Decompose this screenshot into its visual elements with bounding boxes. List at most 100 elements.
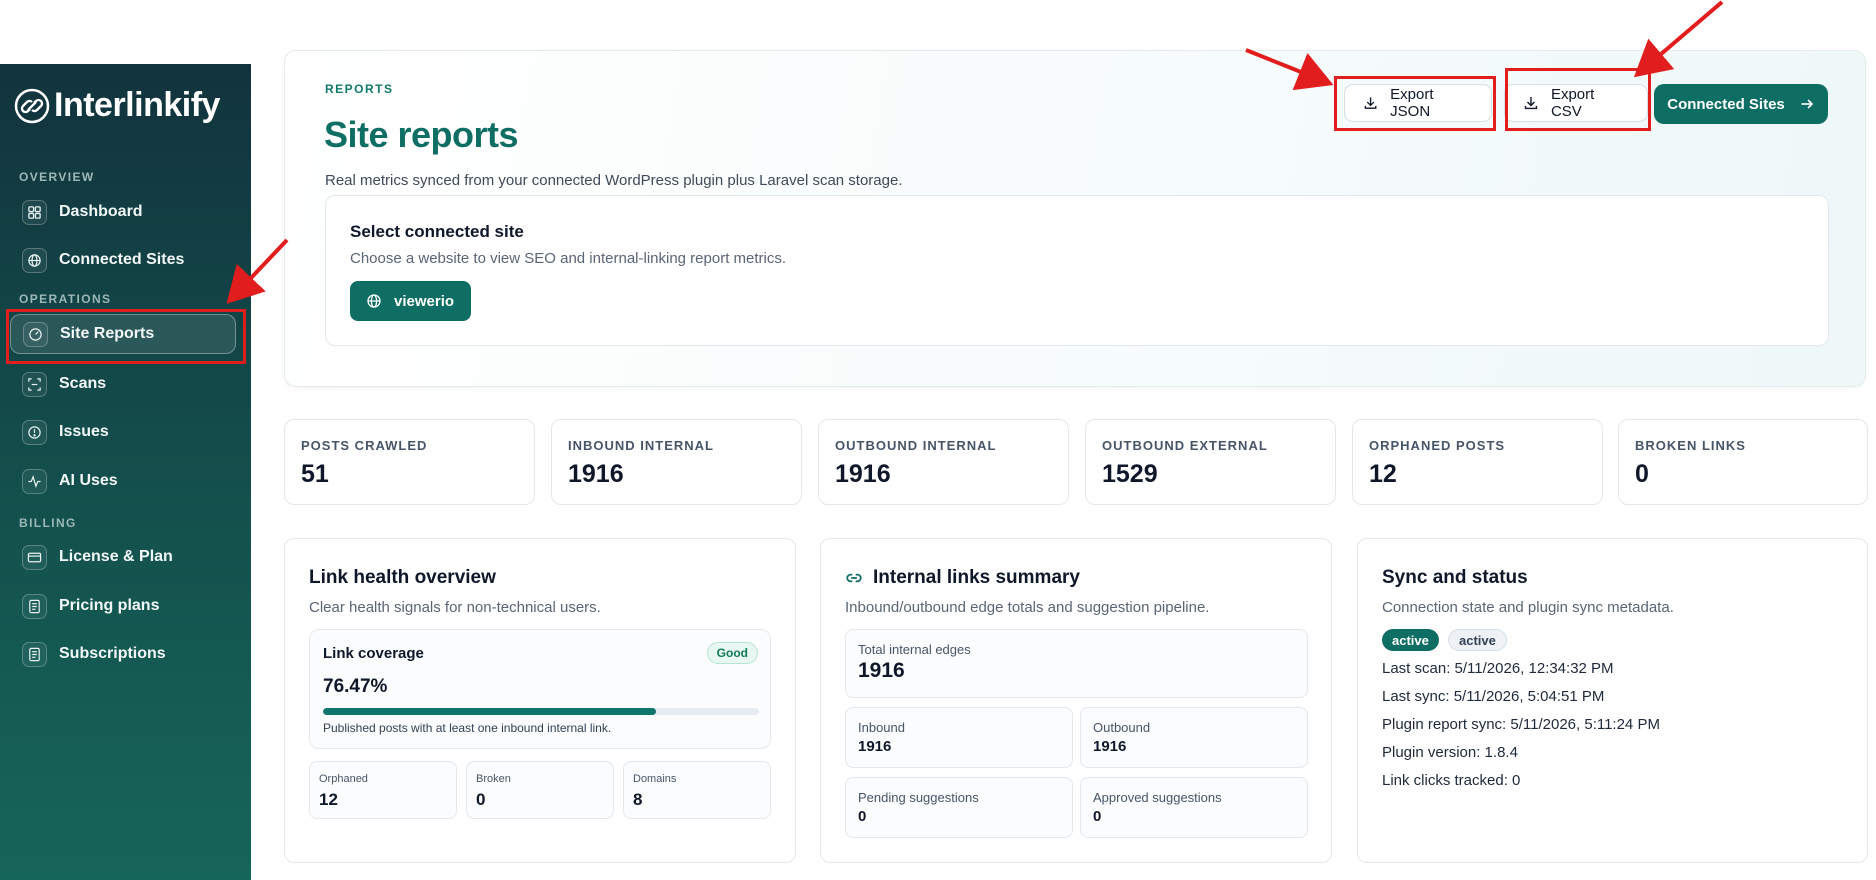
coverage-value: 76.47% bbox=[323, 676, 388, 697]
stat-value: 12 bbox=[1369, 460, 1397, 488]
site-select-subtitle: Choose a website to view SEO and interna… bbox=[350, 250, 787, 267]
panel-title: Link health overview bbox=[309, 567, 496, 588]
sidebar-item-label: AI Uses bbox=[59, 472, 118, 489]
last-sync-text: Last sync: 5/11/2026, 5:04:51 PM bbox=[1382, 688, 1605, 705]
stat-card: OUTBOUND INTERNAL 1916 bbox=[818, 419, 1069, 505]
grid-icon bbox=[22, 199, 47, 225]
sidebar: Interlinkify OVERVIEW Dashboard Connecte… bbox=[0, 64, 251, 880]
sidebar-item-ai-uses[interactable]: AI Uses bbox=[10, 461, 236, 501]
link-icon bbox=[846, 573, 862, 583]
stat-value: 51 bbox=[301, 460, 329, 488]
globe-icon bbox=[367, 294, 381, 308]
card-icon bbox=[22, 544, 47, 570]
stat-value: 1529 bbox=[1102, 460, 1158, 488]
outbound-value: 1916 bbox=[1093, 738, 1127, 755]
link-health-panel: Link health overview Clear health signal… bbox=[284, 538, 796, 863]
plugin-version-text: Plugin version: 1.8.4 bbox=[1382, 744, 1518, 761]
panel-title: Internal links summary bbox=[873, 567, 1080, 588]
document-icon bbox=[22, 641, 47, 667]
activity-icon bbox=[22, 468, 47, 494]
sidebar-item-dashboard[interactable]: Dashboard bbox=[10, 192, 236, 232]
stat-label: OUTBOUND INTERNAL bbox=[835, 438, 997, 453]
sidebar-item-label: Subscriptions bbox=[59, 645, 166, 662]
scan-icon bbox=[22, 371, 47, 397]
total-edges-value: 1916 bbox=[858, 659, 905, 682]
stat-label: OUTBOUND EXTERNAL bbox=[1102, 438, 1268, 453]
site-chip-label: viewerio bbox=[394, 292, 455, 310]
download-icon bbox=[1364, 97, 1377, 109]
page-subtitle: Real metrics synced from your connected … bbox=[325, 172, 903, 189]
export-csv-label: Export CSV bbox=[1550, 86, 1595, 120]
sidebar-item-label: Site Reports bbox=[60, 325, 155, 342]
stat-card: OUTBOUND EXTERNAL 1529 bbox=[1085, 419, 1336, 505]
outbound-box: Outbound 1916 bbox=[1080, 707, 1308, 768]
stat-card: INBOUND INTERNAL 1916 bbox=[551, 419, 802, 505]
stat-label: ORPHANED POSTS bbox=[1369, 438, 1506, 453]
mini-value: 8 bbox=[633, 790, 643, 809]
sidebar-item-label: Connected Sites bbox=[59, 251, 185, 268]
mini-label: Broken bbox=[476, 773, 511, 785]
stat-label: BROKEN LINKS bbox=[1635, 438, 1746, 453]
stat-value: 1916 bbox=[568, 460, 624, 488]
coverage-progress-bar bbox=[323, 708, 759, 715]
panel-subtitle: Clear health signals for non-technical u… bbox=[309, 599, 601, 616]
panel-subtitle: Connection state and plugin sync metadat… bbox=[1382, 599, 1674, 616]
nav-section-overview: OVERVIEW bbox=[19, 170, 95, 184]
link-coverage-box: Link coverage Good 76.47% Published post… bbox=[309, 629, 771, 749]
panel-title: Sync and status bbox=[1382, 567, 1528, 588]
export-csv-button[interactable]: Export CSV bbox=[1504, 84, 1648, 122]
brand-name: Interlinkify bbox=[54, 86, 220, 124]
stat-card: POSTS CRAWLED 51 bbox=[284, 419, 535, 505]
globe-icon bbox=[22, 247, 47, 273]
mini-label: Orphaned bbox=[319, 773, 368, 785]
stat-value: 0 bbox=[1635, 460, 1649, 488]
panel-title-row: Internal links summary bbox=[845, 567, 1080, 589]
panel-subtitle: Inbound/outbound edge totals and suggest… bbox=[845, 599, 1210, 616]
connected-sites-label: Connected Sites bbox=[1667, 95, 1785, 113]
mini-value: 12 bbox=[319, 790, 338, 809]
approved-suggestions-box: Approved suggestions 0 bbox=[1080, 777, 1308, 838]
internal-links-panel: Internal links summary Inbound/outbound … bbox=[820, 538, 1332, 863]
sidebar-item-site-reports[interactable]: Site Reports bbox=[10, 314, 236, 354]
stat-card: ORPHANED POSTS 12 bbox=[1352, 419, 1603, 505]
nav-section-billing: BILLING bbox=[19, 516, 77, 530]
link-logo-icon bbox=[14, 88, 50, 123]
site-chip-viewerio[interactable]: viewerio bbox=[350, 281, 471, 321]
mini-stat-broken: Broken 0 bbox=[466, 761, 614, 819]
sidebar-item-license-plan[interactable]: License & Plan bbox=[10, 537, 236, 577]
total-edges-label: Total internal edges bbox=[858, 642, 971, 657]
sidebar-item-scans[interactable]: Scans bbox=[10, 364, 236, 404]
mini-stat-domains: Domains 8 bbox=[623, 761, 771, 819]
sidebar-item-issues[interactable]: Issues bbox=[10, 412, 236, 452]
site-select-title: Select connected site bbox=[350, 222, 524, 241]
total-edges-box: Total internal edges 1916 bbox=[845, 629, 1308, 698]
sidebar-item-subscriptions[interactable]: Subscriptions bbox=[10, 634, 236, 674]
status-badge: Good bbox=[706, 642, 758, 664]
site-select-card bbox=[325, 195, 1829, 346]
sidebar-item-connected-sites[interactable]: Connected Sites bbox=[10, 240, 236, 280]
nav-section-operations: OPERATIONS bbox=[19, 292, 112, 306]
sidebar-item-pricing-plans[interactable]: Pricing plans bbox=[10, 586, 236, 626]
export-json-button[interactable]: Export JSON bbox=[1344, 84, 1492, 122]
approved-label: Approved suggestions bbox=[1093, 790, 1222, 805]
stat-card: BROKEN LINKS 0 bbox=[1618, 419, 1868, 505]
page-eyebrow: REPORTS bbox=[325, 82, 394, 96]
pending-suggestions-box: Pending suggestions 0 bbox=[845, 777, 1073, 838]
download-icon bbox=[1524, 97, 1538, 110]
pending-value: 0 bbox=[858, 808, 867, 825]
sync-status-panel: Sync and status Connection state and plu… bbox=[1357, 538, 1868, 863]
stat-label: INBOUND INTERNAL bbox=[568, 438, 714, 453]
brand-logo[interactable]: Interlinkify bbox=[14, 86, 220, 125]
coverage-note: Published posts with at least one inboun… bbox=[323, 721, 612, 735]
page-title: Site reports bbox=[324, 114, 519, 155]
status-badge-active-secondary: active bbox=[1448, 629, 1507, 651]
inbound-value: 1916 bbox=[858, 738, 892, 755]
gauge-icon bbox=[23, 321, 48, 347]
arrow-right-icon bbox=[1801, 99, 1813, 109]
mini-stat-orphaned: Orphaned 12 bbox=[309, 761, 457, 819]
connected-sites-button[interactable]: Connected Sites bbox=[1654, 84, 1828, 124]
outbound-label: Outbound bbox=[1093, 720, 1151, 735]
alert-icon bbox=[22, 419, 47, 445]
coverage-label: Link coverage bbox=[323, 645, 424, 662]
sidebar-item-label: Dashboard bbox=[59, 203, 143, 220]
